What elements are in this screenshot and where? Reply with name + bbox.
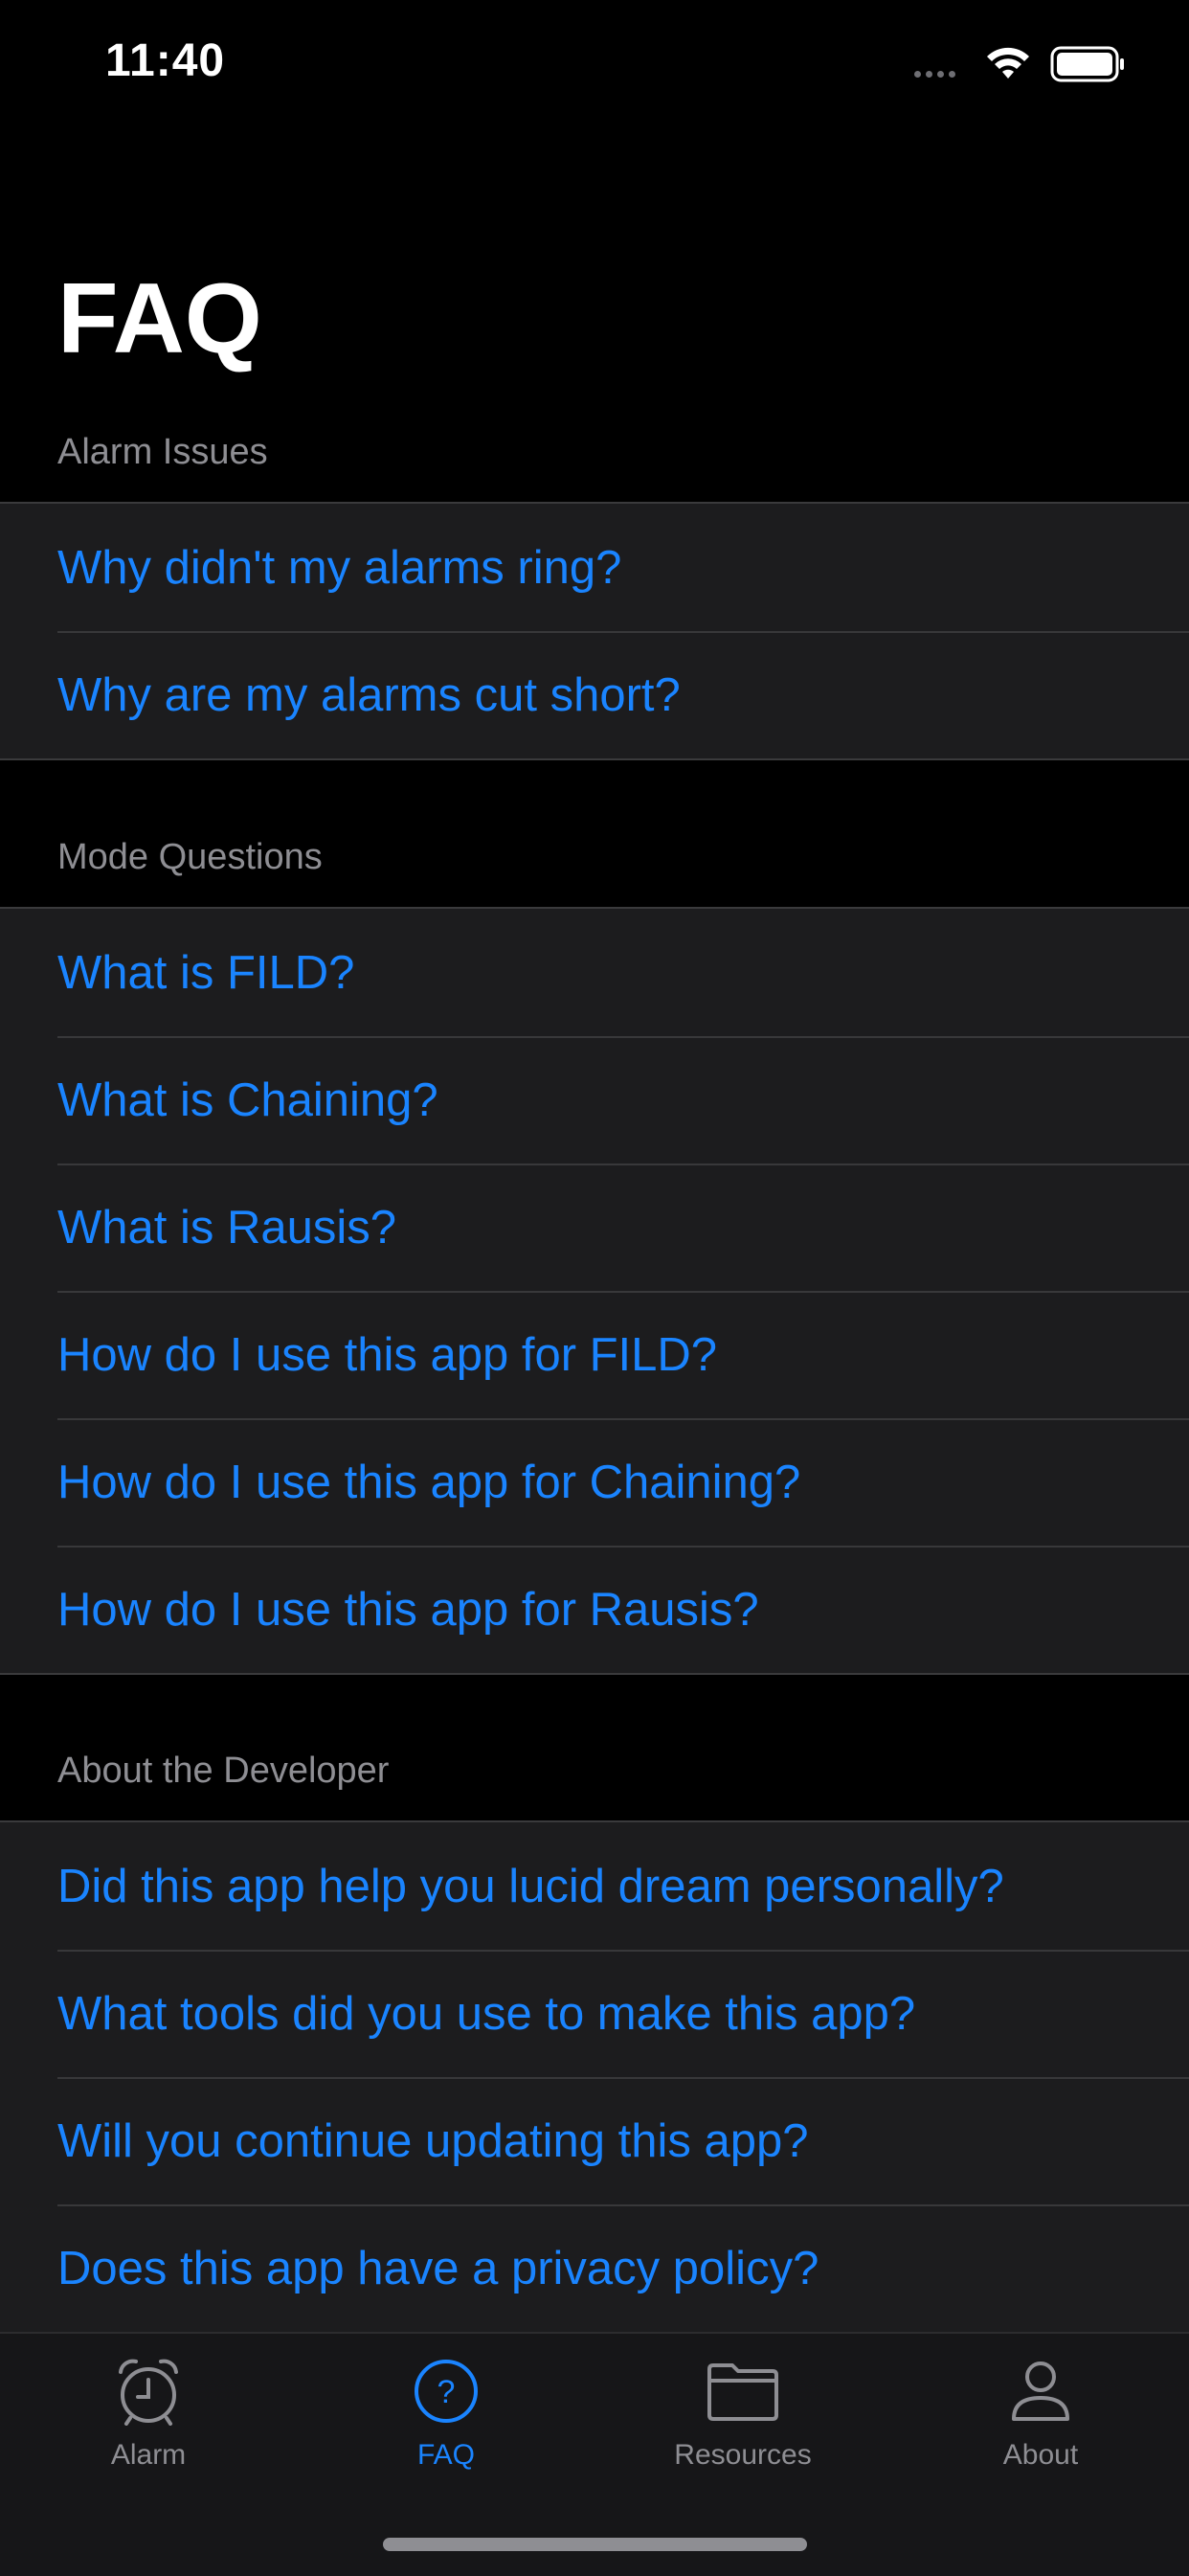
tab-label: About xyxy=(1002,2439,1079,2471)
tab-label: FAQ xyxy=(416,2439,475,2471)
question-circle-icon: ? xyxy=(408,2353,484,2429)
faq-item[interactable]: What is Rausis? xyxy=(0,1164,1189,1291)
faq-group-alarm-issues: Why didn't my alarms ring? Why are my al… xyxy=(0,502,1189,760)
faq-group-mode-questions: What is FILD? What is Chaining? What is … xyxy=(0,907,1189,1675)
tab-label: Alarm xyxy=(110,2439,187,2471)
faq-item[interactable]: Will you continue updating this app? xyxy=(0,2077,1189,2204)
faq-item[interactable]: What is FILD? xyxy=(0,909,1189,1036)
faq-item[interactable]: Did this app help you lucid dream person… xyxy=(0,1822,1189,1950)
section-header-alarm-issues: Alarm Issues xyxy=(57,432,268,472)
cellular-signal-icon xyxy=(914,71,955,78)
faq-item[interactable]: How do I use this app for Rausis? xyxy=(0,1546,1189,1673)
faq-item[interactable]: Why are my alarms cut short? xyxy=(0,631,1189,758)
faq-item[interactable]: Why didn't my alarms ring? xyxy=(0,504,1189,631)
folder-icon xyxy=(705,2353,781,2429)
tab-about[interactable]: About xyxy=(892,2353,1189,2497)
section-header-mode-questions: Mode Questions xyxy=(57,837,323,877)
tab-label: Resources xyxy=(674,2439,812,2471)
faq-item[interactable]: How do I use this app for FILD? xyxy=(0,1291,1189,1418)
person-icon xyxy=(1002,2353,1079,2429)
section-header-about-developer: About the Developer xyxy=(57,1751,390,1791)
status-time: 11:40 xyxy=(105,35,226,86)
wifi-icon xyxy=(987,47,1029,79)
svg-text:?: ? xyxy=(437,2374,456,2410)
faq-item[interactable]: How do I use this app for Chaining? xyxy=(0,1418,1189,1546)
faq-item[interactable]: What is Chaining? xyxy=(0,1036,1189,1164)
battery-icon xyxy=(1050,46,1124,82)
page-title: FAQ xyxy=(57,263,262,374)
faq-item[interactable]: Does this app have a privacy policy? xyxy=(0,2204,1189,2332)
tab-alarm[interactable]: Alarm xyxy=(0,2353,297,2497)
faq-item[interactable]: What tools did you use to make this app? xyxy=(0,1950,1189,2077)
home-indicator[interactable] xyxy=(383,2538,807,2551)
faq-group-about-developer: Did this app help you lucid dream person… xyxy=(0,1820,1189,2334)
tab-resources[interactable]: Resources xyxy=(594,2353,891,2497)
tab-faq[interactable]: ? FAQ xyxy=(298,2353,594,2497)
status-bar: 11:40 xyxy=(0,0,1189,126)
alarm-clock-icon xyxy=(110,2353,187,2429)
